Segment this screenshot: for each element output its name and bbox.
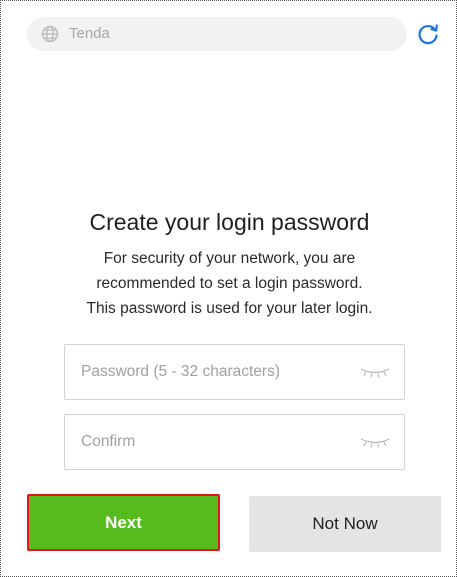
page-title: Create your login password: [89, 209, 370, 235]
description-line-3: This password is used for your later log…: [86, 300, 373, 317]
confirm-password-input[interactable]: Confirm: [64, 414, 405, 470]
page-frame: Tenda Create your login password For sec…: [0, 0, 457, 577]
not-now-button[interactable]: Not Now: [249, 496, 441, 552]
reload-icon[interactable]: [415, 21, 441, 47]
description: For security of your network, you are re…: [1, 246, 457, 321]
password-input[interactable]: Password (5 - 32 characters): [64, 344, 405, 400]
globe-icon: [41, 25, 59, 43]
password-placeholder: Password (5 - 32 characters): [81, 363, 280, 380]
next-button[interactable]: Next: [27, 494, 220, 551]
address-text: Tenda: [69, 25, 110, 42]
description-line-2: recommended to set a login password.: [96, 275, 363, 292]
description-line-1: For security of your network, you are: [103, 250, 356, 267]
eye-closed-icon[interactable]: [358, 435, 392, 449]
eye-closed-icon[interactable]: [358, 365, 392, 379]
address-bar[interactable]: Tenda: [27, 17, 407, 51]
confirm-placeholder: Confirm: [81, 433, 136, 450]
